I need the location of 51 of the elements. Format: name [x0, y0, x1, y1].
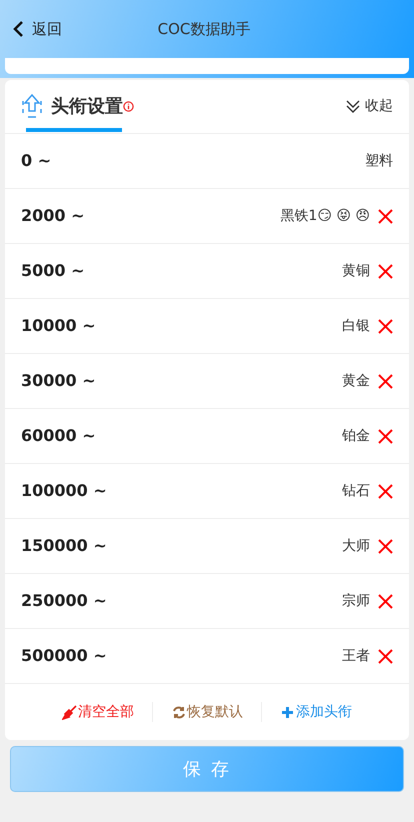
delete-button[interactable]: [378, 374, 393, 388]
tier-name: 塑料: [365, 152, 393, 170]
upload-icon: [21, 92, 43, 120]
tier-name: 铂金: [342, 426, 370, 446]
delete-button[interactable]: [378, 648, 393, 664]
clear-all-button[interactable]: 清空全部: [44, 702, 152, 722]
close-icon: [378, 318, 393, 334]
score-label: 0 ~: [21, 150, 52, 172]
restore-default-button[interactable]: 恢复默认: [153, 702, 261, 722]
close-icon: [378, 374, 393, 388]
close-icon: [378, 428, 393, 444]
delete-button[interactable]: [378, 538, 393, 554]
score-label: 60000 ~: [21, 425, 96, 447]
close-icon: [378, 538, 393, 554]
back-icon: [12, 20, 24, 38]
section-title: 头衔设置: [51, 95, 123, 119]
collapse-button[interactable]: 收起: [345, 96, 393, 117]
plus-icon: [280, 704, 295, 720]
delete-button[interactable]: [378, 318, 393, 334]
delete-button[interactable]: [378, 594, 393, 608]
delete-button[interactable]: [378, 264, 393, 278]
info-icon: [123, 101, 134, 112]
score-label: 250000 ~: [21, 590, 107, 612]
score-label: 10000 ~: [21, 315, 96, 337]
score-label: 150000 ~: [21, 535, 107, 557]
tier-name: 钻石: [342, 482, 370, 500]
score-label: 30000 ~: [21, 370, 96, 392]
page-title: COC数据助手: [158, 20, 250, 38]
delete-button[interactable]: [378, 208, 393, 224]
add-title-button[interactable]: 添加头衔: [262, 702, 370, 722]
tier-name: 大师: [342, 536, 370, 556]
delete-button[interactable]: [378, 428, 393, 444]
tier-name: 白银: [342, 316, 370, 336]
tier-name: 黑铁1😏 😝 😠: [280, 206, 370, 226]
close-icon: [378, 208, 393, 224]
score-label: 2000 ~: [21, 205, 85, 227]
tier-name: 黄金: [342, 372, 370, 390]
delete-button[interactable]: [378, 484, 393, 498]
refresh-icon: [171, 704, 186, 720]
close-icon: [378, 264, 393, 278]
tier-name: 黄铜: [342, 262, 370, 280]
score-label: 100000 ~: [21, 480, 107, 502]
tier-name: 王者: [342, 646, 370, 666]
close-icon: [378, 484, 393, 498]
back-button[interactable]: 返回: [12, 18, 62, 40]
tier-name: 宗师: [342, 592, 370, 610]
score-label: 5000 ~: [21, 260, 85, 282]
chevron-down-icon: [345, 100, 361, 114]
close-icon: [378, 648, 393, 664]
close-icon: [378, 594, 393, 608]
score-label: 500000 ~: [21, 645, 107, 667]
